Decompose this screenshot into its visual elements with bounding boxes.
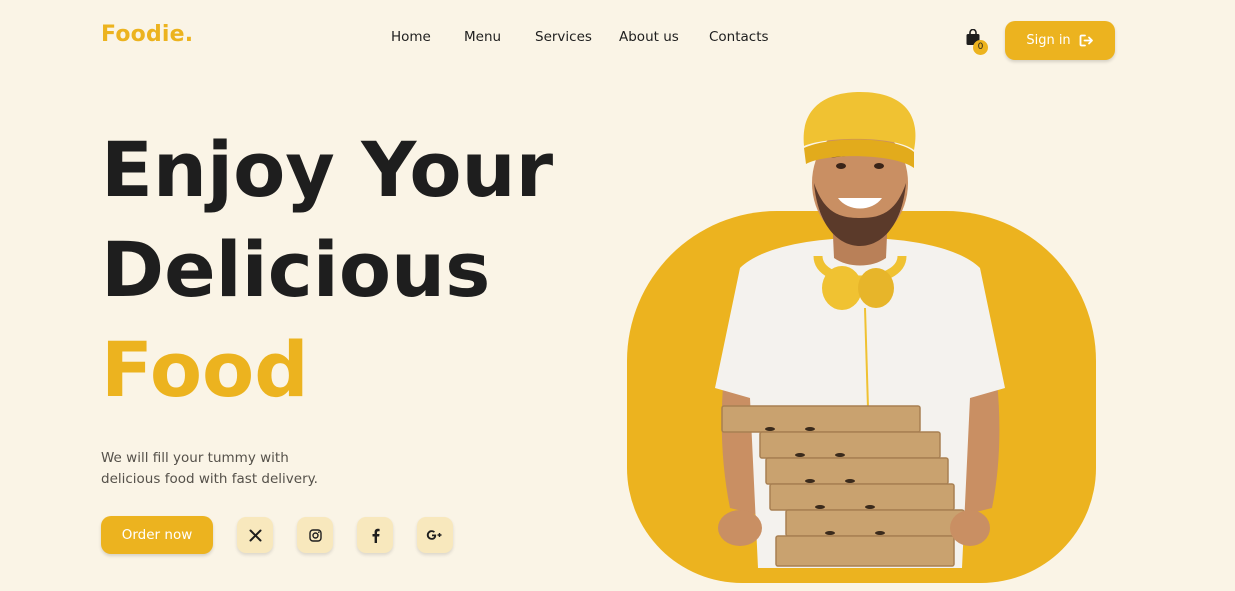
x-twitter-button[interactable] bbox=[237, 517, 273, 553]
google-plus-icon bbox=[426, 530, 442, 540]
nav-item-home[interactable]: Home bbox=[391, 29, 431, 45]
nav-item-menu[interactable]: Menu bbox=[464, 29, 501, 45]
cart-button[interactable]: 0 bbox=[965, 29, 988, 55]
google-plus-button[interactable] bbox=[417, 517, 453, 553]
hero-title-line-1: Enjoy Your bbox=[101, 125, 554, 214]
facebook-button[interactable] bbox=[357, 517, 393, 553]
order-now-button[interactable]: Order now bbox=[101, 516, 213, 554]
cart-count-badge: 0 bbox=[973, 40, 988, 55]
instagram-icon bbox=[308, 528, 322, 542]
hero-title-line-2: Delicious bbox=[101, 225, 491, 314]
nav-item-contacts[interactable]: Contacts bbox=[709, 29, 769, 45]
nav-item-services[interactable]: Services bbox=[535, 29, 592, 45]
sign-out-arrow-icon bbox=[1079, 34, 1093, 47]
x-twitter-icon bbox=[249, 529, 261, 541]
nav-item-about-us[interactable]: About us bbox=[619, 29, 679, 45]
sign-in-label: Sign in bbox=[1026, 33, 1071, 48]
sign-in-button[interactable]: Sign in bbox=[1005, 21, 1115, 60]
hero-subtitle: We will fill your tummy with delicious f… bbox=[101, 450, 318, 487]
delivery-man-image bbox=[715, 92, 1005, 568]
facebook-icon bbox=[372, 528, 380, 543]
instagram-button[interactable] bbox=[297, 517, 333, 553]
hero-title: Enjoy Your Delicious Food bbox=[101, 120, 553, 420]
hero-title-line-3: Food bbox=[101, 325, 309, 414]
